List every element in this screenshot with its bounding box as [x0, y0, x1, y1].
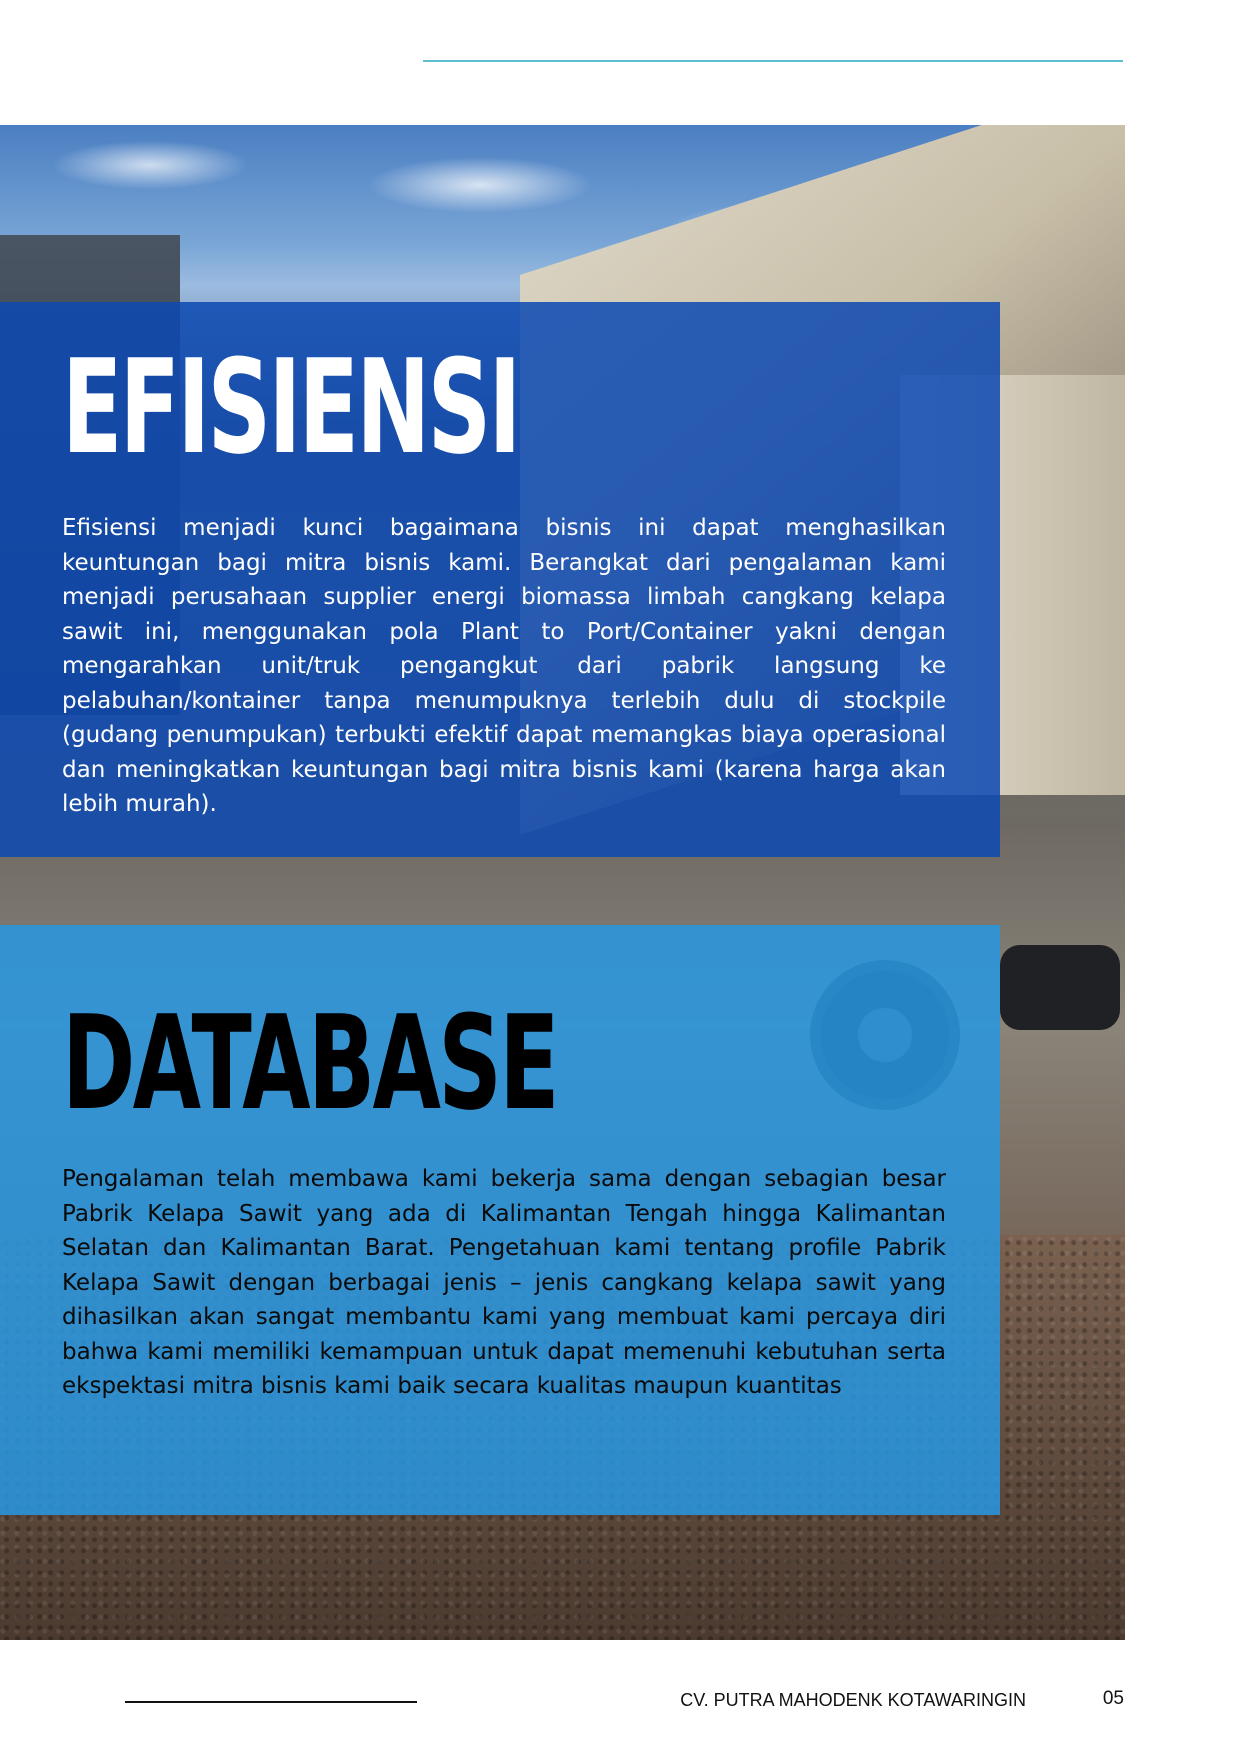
- database-body: Pengalaman telah membawa kami bekerja sa…: [62, 1166, 946, 1399]
- efisiensi-title: EFISIENSI: [62, 331, 521, 483]
- database-title: DATABASE: [62, 987, 560, 1139]
- footer-company-name: CV. PUTRA MAHODENK KOTAWARINGIN: [680, 1690, 1026, 1710]
- efisiensi-panel: EFISIENSI Efisiensi menjadi kunci bagaim…: [0, 302, 1000, 857]
- photo-fuel-tank: [1000, 945, 1120, 1030]
- database-panel: DATABASE Pengalaman telah membawa kami b…: [0, 925, 1000, 1515]
- header-accent-line: [423, 60, 1123, 62]
- efisiensi-body: Efisiensi menjadi kunci bagaimana bisnis…: [62, 515, 946, 817]
- page-number: 05: [1102, 1688, 1124, 1709]
- footer-line: [125, 1701, 417, 1703]
